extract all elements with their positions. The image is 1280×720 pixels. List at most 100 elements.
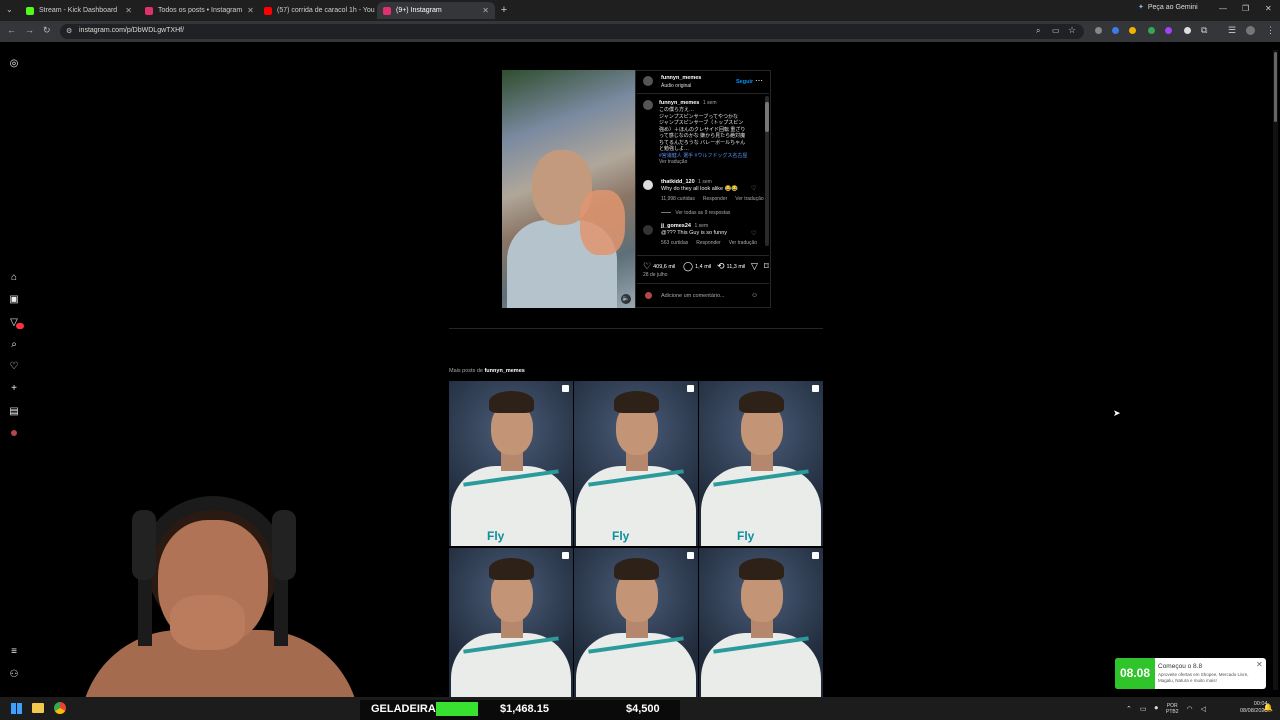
address-bar[interactable] xyxy=(60,24,1084,39)
caption-user[interactable]: funnyn_memes xyxy=(659,100,699,106)
comment-input[interactable]: Adicione um comentário... xyxy=(661,293,725,299)
comment-user[interactable]: thatkidd_120 xyxy=(661,179,695,185)
bookmark-star-icon[interactable]: ☆ xyxy=(1068,25,1076,36)
volume-icon[interactable]: ◁ xyxy=(1201,705,1206,713)
repost-button[interactable]: ⟲ 11,3 mil xyxy=(717,261,745,272)
comment-likes[interactable]: 11,998 curtidas xyxy=(661,196,695,202)
extension-icon[interactable] xyxy=(1148,27,1155,34)
minimize-button[interactable]: — xyxy=(1219,4,1227,13)
tab-instagram-active[interactable]: (9+) Instagram ✕ xyxy=(377,2,495,19)
tab-youtube[interactable]: (57) corrida de caracol 1h - You ✕ xyxy=(258,2,376,19)
comment-button[interactable]: ◯ 1,4 mil xyxy=(683,261,711,272)
zoom-icon[interactable]: ⌕ xyxy=(1036,26,1040,36)
extension-icon[interactable] xyxy=(1184,27,1191,34)
close-icon[interactable]: ✕ xyxy=(247,6,254,15)
comment-likes[interactable]: 563 curtidas xyxy=(661,240,688,246)
post-thumbnail[interactable]: Fly xyxy=(699,381,823,546)
audio-label[interactable]: Áudio original xyxy=(661,83,691,89)
view-replies-label[interactable]: Ver todas as 9 respostas xyxy=(675,210,730,216)
close-icon[interactable]: ✕ xyxy=(125,6,132,15)
comment-like-icon[interactable]: ♡ xyxy=(751,185,756,192)
profile-avatar[interactable] xyxy=(1246,26,1255,35)
post-thumbnail[interactable]: Fly xyxy=(449,381,573,546)
tab-search-chevron-icon[interactable]: ⌄ xyxy=(6,5,13,14)
extension-icon[interactable] xyxy=(1165,27,1172,34)
gemini-button[interactable]: ✦ Peça ao Gemini xyxy=(1138,3,1198,12)
home-icon[interactable]: ⌂ xyxy=(9,273,19,283)
comment-user[interactable]: jj_gomes24 xyxy=(661,223,691,229)
toast-notification[interactable]: 08.08 Começou o 8.8 Aproveite ofertas em… xyxy=(1115,658,1266,689)
view-replies[interactable]: Ver todas as 9 respostas xyxy=(661,210,730,216)
more-options-icon[interactable]: ⋯ xyxy=(755,76,763,85)
post-author[interactable]: funnyn_memes xyxy=(661,75,701,81)
also-from-meta-icon[interactable]: ⚇ xyxy=(9,670,19,680)
instagram-logo-icon[interactable]: ◎ xyxy=(9,59,19,69)
new-tab-button[interactable]: + xyxy=(498,4,510,16)
post-thumbnail[interactable] xyxy=(699,548,823,697)
scrollbar-thumb[interactable] xyxy=(765,102,769,132)
chrome-icon[interactable] xyxy=(54,702,66,714)
profile-avatar[interactable] xyxy=(11,430,17,436)
forward-button[interactable]: → xyxy=(25,25,34,35)
close-icon[interactable]: ✕ xyxy=(1256,660,1263,669)
reel-icon xyxy=(812,385,819,392)
like-button[interactable]: ♡ 409,6 mil xyxy=(643,261,675,272)
avatar[interactable] xyxy=(643,76,653,86)
threads-icon[interactable]: ▤ xyxy=(9,407,19,417)
reload-button[interactable]: ↻ xyxy=(43,25,51,36)
create-icon[interactable]: + xyxy=(9,384,19,394)
more-posts-user[interactable]: funnyn_memes xyxy=(484,368,524,374)
chevron-up-icon[interactable]: ⌃ xyxy=(1126,705,1132,713)
site-info-icon[interactable]: ⚙ xyxy=(66,27,72,35)
see-translation-link[interactable]: Ver tradução xyxy=(659,159,759,166)
wifi-icon[interactable]: ◠ xyxy=(1187,705,1193,713)
close-icon[interactable]: ✕ xyxy=(482,6,489,15)
page-scrollbar[interactable] xyxy=(1273,50,1278,690)
reply-button[interactable]: Responder xyxy=(696,240,720,246)
divider xyxy=(637,283,769,284)
post-thumbnail[interactable] xyxy=(574,548,698,697)
search-icon[interactable]: ⌕ xyxy=(9,340,19,350)
share-button[interactable]: ▽ xyxy=(751,261,758,272)
file-explorer-icon[interactable] xyxy=(32,703,44,713)
tab-kick[interactable]: Stream - Kick Dashboard ✕ xyxy=(20,2,138,19)
post-thumbnail[interactable] xyxy=(449,548,573,697)
mute-icon[interactable]: 🔈 xyxy=(621,294,631,304)
restore-button[interactable]: ❐ xyxy=(1242,4,1249,13)
back-button[interactable]: ← xyxy=(7,25,16,35)
reels-icon[interactable]: ▣ xyxy=(9,295,19,305)
window-close-button[interactable]: ✕ xyxy=(1265,4,1272,13)
translate-button[interactable]: Ver tradução xyxy=(735,196,763,202)
follow-button[interactable]: Seguir xyxy=(736,79,753,85)
post-thumbnail[interactable]: Fly xyxy=(574,381,698,546)
divider xyxy=(637,255,769,256)
extension-icon[interactable] xyxy=(1129,27,1136,34)
comment-like-icon[interactable]: ♡ xyxy=(751,230,756,237)
extensions-puzzle-icon[interactable]: ⧉ xyxy=(1201,25,1207,36)
url-text[interactable]: instagram.com/p/DbWDLgwTXHf/ xyxy=(79,27,184,34)
network-icon[interactable]: ▭ xyxy=(1140,705,1147,713)
avatar[interactable] xyxy=(643,180,653,190)
reply-button[interactable]: Responder xyxy=(703,196,727,202)
page-scrollbar-thumb[interactable] xyxy=(1274,52,1277,122)
more-menu-icon[interactable]: ≡ xyxy=(9,647,19,657)
avatar[interactable] xyxy=(643,100,653,110)
post-date: 28 de julho xyxy=(643,272,668,278)
tab-instagram-posts[interactable]: Todos os posts • Instagram ✕ xyxy=(139,2,257,19)
save-button[interactable]: ⌑ xyxy=(764,261,769,272)
browser-menu-icon[interactable]: ⋮ xyxy=(1266,25,1275,36)
avatar[interactable] xyxy=(643,225,653,235)
windows-start-icon[interactable] xyxy=(11,703,22,714)
extension-icon[interactable] xyxy=(1095,27,1102,34)
language-indicator[interactable]: POR PTB2 xyxy=(1166,703,1179,715)
cast-icon[interactable]: ▭ xyxy=(1052,26,1060,35)
reel-icon xyxy=(562,385,569,392)
reading-list-icon[interactable]: ☰ xyxy=(1228,25,1236,36)
post-video[interactable]: 🔈 xyxy=(502,70,635,308)
extension-icon[interactable] xyxy=(1112,27,1119,34)
translate-button[interactable]: Ver tradução xyxy=(729,240,757,246)
emoji-icon[interactable]: ☺ xyxy=(751,292,758,299)
microphone-icon[interactable]: ⏺ xyxy=(1155,705,1159,713)
heart-icon[interactable]: ♡ xyxy=(9,362,19,372)
notifications-icon[interactable]: 🔔 xyxy=(1263,703,1273,712)
